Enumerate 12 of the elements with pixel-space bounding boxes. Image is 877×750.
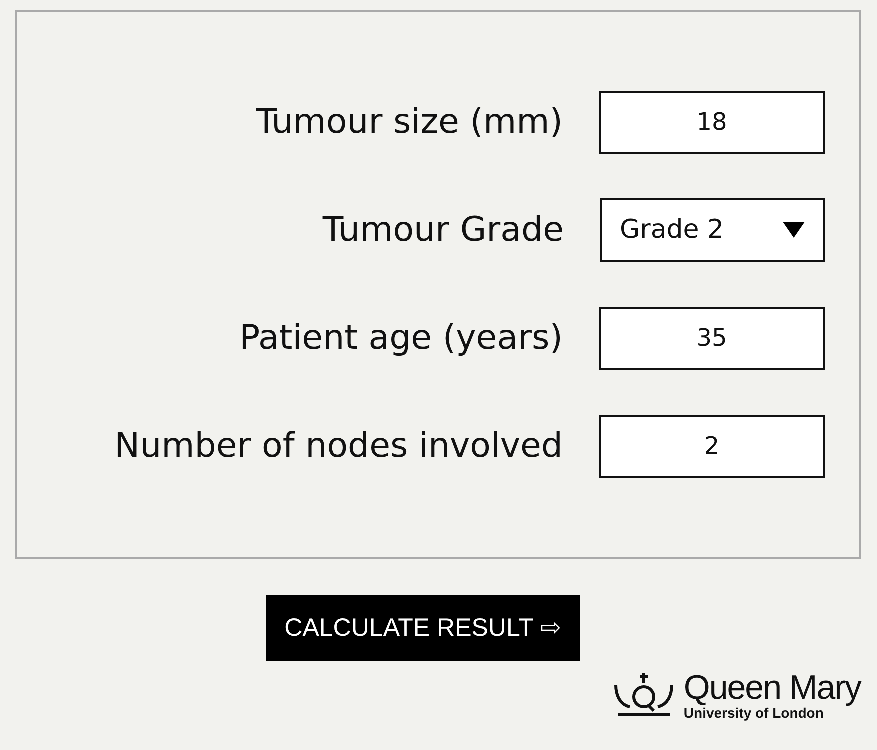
field-label: Patient age (years) <box>240 318 563 358</box>
field-label: Number of nodes involved <box>114 426 563 466</box>
calculate-button[interactable]: CALCULATE RESULT ⇨ <box>266 595 580 661</box>
grade-dropdown[interactable]: Grade 2 <box>600 198 825 262</box>
logo-subtitle: University of London <box>684 705 824 721</box>
number-input[interactable]: 18 <box>599 90 825 154</box>
field-label: Tumour Grade <box>322 210 564 250</box>
field-label: Tumour size (mm) <box>256 102 563 142</box>
logo-name: Queen Mary <box>684 671 861 705</box>
caret-icon <box>783 222 805 238</box>
number-input[interactable]: 2 <box>599 414 825 478</box>
number-input[interactable]: 35 <box>599 306 825 370</box>
